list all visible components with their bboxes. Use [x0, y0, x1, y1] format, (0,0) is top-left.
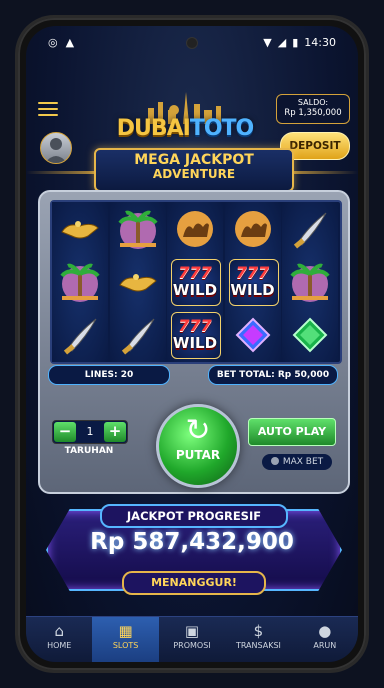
reel-symbol-palm: [52, 255, 108, 308]
user-icon: ●: [318, 622, 332, 640]
reel-symbol-gem-green: [282, 308, 338, 361]
reels-area: 777 WILD 777 WILD 777 WILD: [50, 200, 342, 364]
max-bet-label: MAX BET: [282, 457, 324, 467]
reel-symbol-palm: [282, 255, 338, 308]
status-bar: ◎ ▲ ▼ ◢ ▮ 14:30: [26, 26, 358, 60]
reel-symbol-camel: [225, 202, 281, 255]
toggle-dot-icon: [270, 457, 279, 465]
reel-4: 777 WILD: [224, 202, 281, 362]
reel-symbol-gem-blue: [225, 308, 281, 361]
autoplay-button[interactable]: AUTO PLAY: [248, 418, 336, 446]
refresh-arrow-icon: ↻: [185, 413, 211, 448]
reel-symbol-wild: 777 WILD: [225, 255, 281, 308]
balance-box: SALDO: Rp 1,350,000: [276, 94, 350, 124]
menu-icon[interactable]: [38, 102, 58, 116]
lines-display: LINES: 20: [48, 365, 170, 385]
reel-symbol-palm: [110, 202, 166, 255]
signal-icon: ◢: [277, 36, 287, 49]
decrease-bet-button[interactable]: −: [54, 422, 76, 442]
increase-bet-button[interactable]: +: [104, 422, 126, 442]
front-camera: [186, 37, 198, 49]
nav-transaksi[interactable]: $ TRANSAKSI: [225, 617, 291, 662]
slots-icon: ▦: [118, 622, 133, 640]
reel-5: [282, 202, 338, 362]
slot-machine: 777 WILD 777 WILD 777 WILD LINES: 20 BET TOTA…: [38, 190, 350, 494]
jackpot-title: JACKPOT PROGRESIF: [100, 504, 288, 528]
brand-logo: DUBAITOTO: [116, 116, 255, 141]
balance-value: Rp 1,350,000: [284, 108, 342, 118]
bet-label: TARUHAN: [64, 446, 114, 456]
reel-symbol-wild: 777 WILD: [167, 308, 223, 361]
reel-symbol-dagger: [52, 308, 108, 361]
spin-button[interactable]: ↻ PUTAR: [156, 404, 240, 488]
reel-symbol-camel: [167, 202, 223, 255]
game-title-line1: MEGA JACKPOT: [134, 152, 254, 168]
reel-symbol-dagger: [110, 308, 166, 361]
whatsapp-icon: ◎: [48, 36, 58, 49]
status-time: 14:30: [304, 36, 336, 49]
gift-icon: ▣: [184, 622, 200, 640]
wifi-icon: ▼: [263, 36, 272, 49]
reel-symbol-lamp: [110, 255, 166, 308]
bet-total-display: BET TOTAL: Rp 50,000: [208, 365, 338, 385]
home-icon: ⌂: [54, 622, 64, 640]
dollar-icon: $: [253, 622, 264, 640]
bet-stepper: − 1 +: [52, 420, 128, 444]
nav-home[interactable]: ⌂ HOME: [26, 617, 92, 662]
reel-symbol-dagger: [282, 202, 338, 255]
balance-label: SALDO:: [297, 98, 329, 107]
notification-bell-icon: ▲: [65, 36, 75, 49]
spin-label: PUTAR: [175, 448, 221, 462]
reel-3: 777 WILD 777 WILD: [167, 202, 223, 362]
nav-account[interactable]: ● ARUN: [292, 617, 358, 662]
battery-icon: ▮: [292, 36, 299, 49]
reel-1: [52, 202, 108, 362]
reel-symbol-lamp: [52, 202, 108, 255]
bet-controls: − 1 + TARUHAN ↻ PUTAR AUTO PLAY MAX BET: [44, 388, 344, 488]
nav-slots[interactable]: ▦ SLOTS: [92, 617, 159, 662]
phone-frame: ◎ ▲ ▼ ◢ ▮ 14:30 DUBAITOTO SALDO: Rp 1,35…: [18, 18, 366, 670]
bottom-nav: ⌂ HOME ▦ SLOTS ▣ PROMOSI $ TRANSAKSI ● ARUN: [26, 616, 358, 662]
nav-promosi[interactable]: ▣ PROMOSI: [159, 617, 225, 662]
reel-2: [109, 202, 166, 362]
bet-value: 1: [86, 425, 94, 438]
reel-symbol-wild: 777 WILD: [167, 255, 223, 308]
max-bet-toggle[interactable]: MAX BET: [262, 454, 332, 470]
jackpot-cta: MENANGGUR!: [122, 571, 266, 595]
game-title-line2: ADVENTURE: [152, 167, 236, 181]
game-title-banner: MEGA JACKPOT ADVENTURE: [94, 148, 294, 192]
jackpot-amount: Rp 587,432,900: [90, 529, 294, 555]
user-avatar-icon: [45, 138, 67, 163]
app-screen: ◎ ▲ ▼ ◢ ▮ 14:30 DUBAITOTO SALDO: Rp 1,35…: [26, 26, 358, 662]
avatar[interactable]: [40, 132, 72, 164]
